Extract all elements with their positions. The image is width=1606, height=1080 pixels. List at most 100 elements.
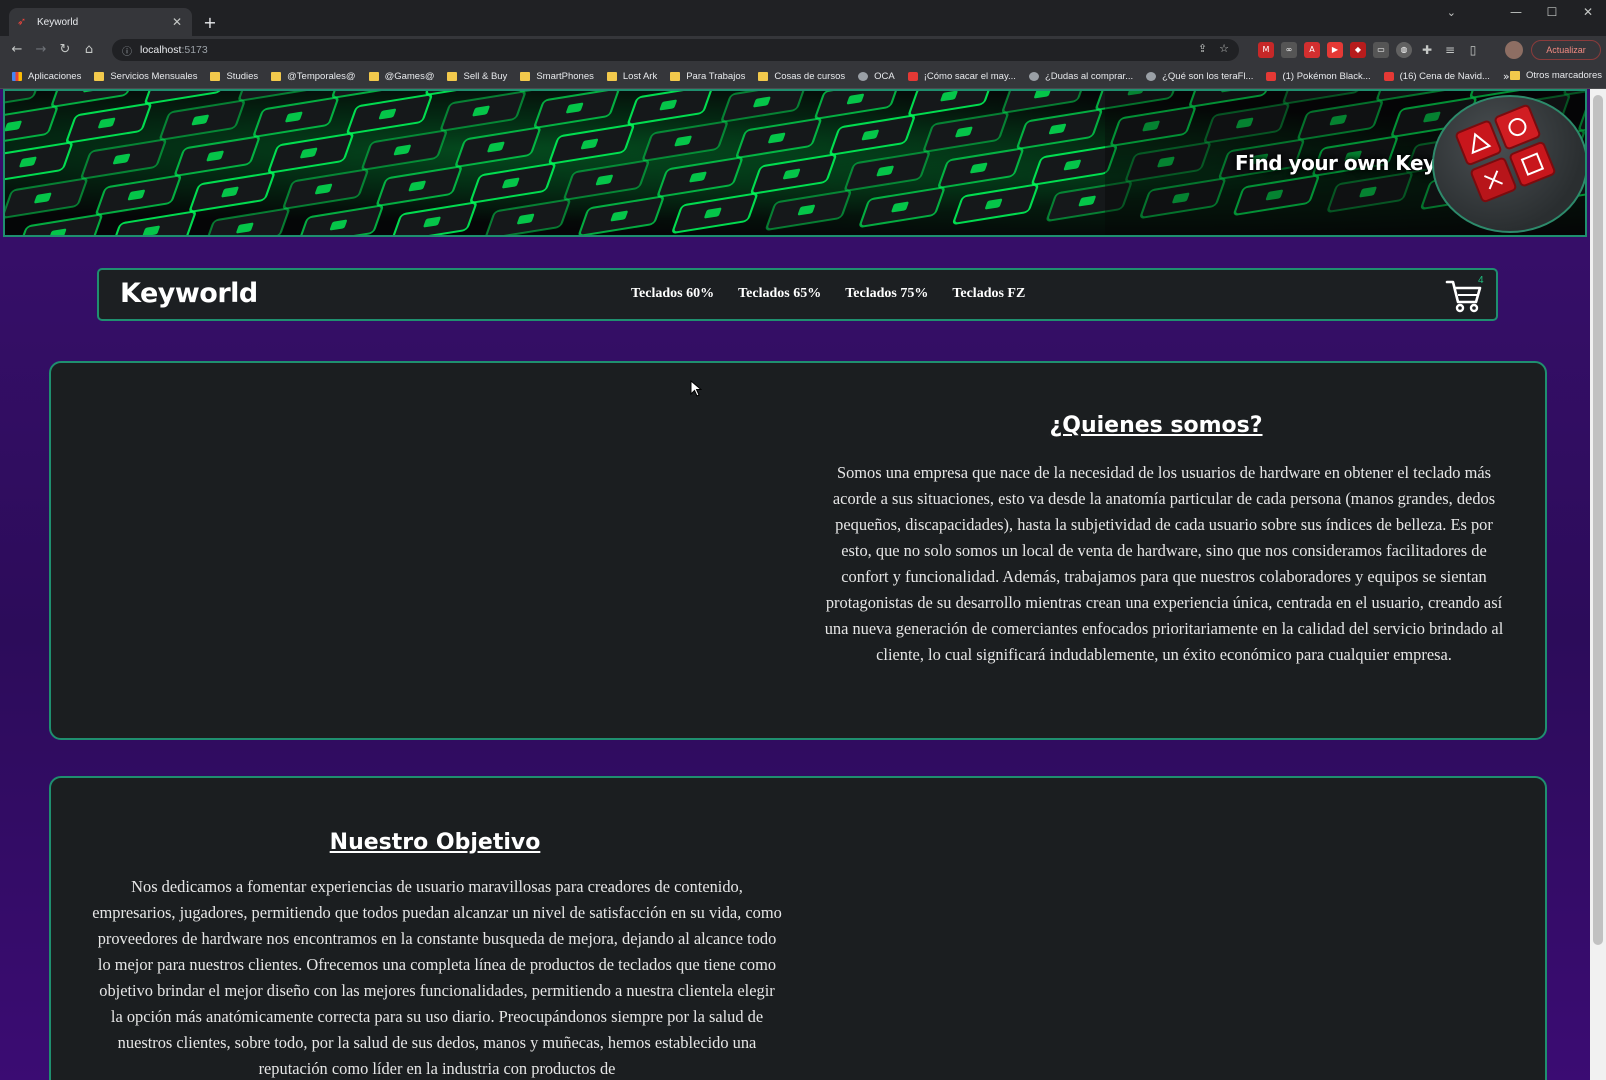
- profile-avatar[interactable]: [1505, 41, 1523, 59]
- scrollbar-thumb[interactable]: [1593, 95, 1603, 945]
- site-info-icon[interactable]: ⓘ: [122, 43, 132, 58]
- main-navbar: Keyworld Teclados 60% Teclados 65% Tecla…: [97, 268, 1498, 321]
- tab-title: Keyworld: [37, 16, 79, 28]
- bookmark-label: (16) Cena de Navid...: [1399, 70, 1490, 82]
- browser-toolbar: ← → ↻ ⌂ ⓘ localhost:5173 ⇪ ☆ M ∞ A ▶ ◆ ▭…: [0, 36, 1606, 64]
- address-bar[interactable]: ⓘ localhost:5173 ⇪ ☆: [112, 39, 1239, 61]
- about-title: ¿Quienes somos?: [1049, 413, 1263, 438]
- bookmark-label: SmartPhones: [536, 70, 594, 82]
- about-card: ¿Quienes somos? Somos una empresa que na…: [49, 361, 1547, 740]
- bookmark-item[interactable]: Cosas de cursos: [758, 71, 845, 82]
- bookmark-label: @Games@: [384, 70, 435, 82]
- bookmark-item[interactable]: (16) Cena de Navid...: [1383, 70, 1490, 82]
- bookmark-item[interactable]: Servicios Mensuales: [94, 71, 197, 82]
- bookmark-star-icon[interactable]: ☆: [1219, 42, 1229, 55]
- update-button[interactable]: Actualizar: [1531, 40, 1601, 60]
- bookmark-item[interactable]: Lost Ark: [606, 70, 658, 82]
- folder-icon: [606, 71, 617, 81]
- objective-title: Nuestro Objetivo: [329, 830, 541, 855]
- keycaps-logo: [1432, 95, 1585, 233]
- extension-abp-icon[interactable]: A: [1304, 42, 1320, 58]
- forward-icon[interactable]: →: [31, 40, 51, 60]
- bookmark-item[interactable]: (1) Pokémon Black...: [1266, 71, 1371, 82]
- share-icon[interactable]: ⇪: [1198, 42, 1207, 55]
- folder-icon: [520, 71, 531, 81]
- banner-tagline: Find your own Key!: [1235, 151, 1445, 175]
- bookmark-item[interactable]: ¡Cómo sacar el may...: [907, 70, 1016, 82]
- other-bookmarks-folder[interactable]: Otros marcadores: [1509, 70, 1602, 81]
- bookmark-item[interactable]: OCA: [858, 71, 895, 82]
- hero-banner: Find your own Key!: [3, 89, 1587, 237]
- side-panel-icon[interactable]: ▯: [1465, 42, 1481, 58]
- favicon-icon: ➶: [17, 15, 27, 28]
- extension-glasses-icon[interactable]: ∞: [1281, 42, 1297, 58]
- bookmark-label: ¡Cómo sacar el may...: [923, 70, 1016, 82]
- bookmark-item[interactable]: ¿Qué son los teraFl...: [1146, 71, 1253, 82]
- extension-card-icon[interactable]: ▭: [1373, 42, 1389, 58]
- nav-link-teclados-60[interactable]: Teclados 60%: [631, 286, 714, 302]
- about-body: Somos una empresa que nace de la necesid…: [824, 463, 1504, 664]
- bookmark-label: OCA: [874, 70, 895, 82]
- bookmark-label: Lost Ark: [622, 70, 658, 82]
- browser-chrome: ➶ Keyworld ✕ + ⌄ — ☐ ✕ ← → ↻ ⌂ ⓘ localho…: [0, 0, 1606, 89]
- bookmark-item[interactable]: Aplicaciones: [12, 71, 81, 82]
- bookmark-label: Otros marcadores: [1525, 70, 1602, 81]
- bookmarks-bar: Aplicaciones Servicios Mensuales Studies @T…: [0, 64, 1606, 89]
- youtube-icon: [907, 71, 918, 81]
- tab-search-icon[interactable]: ⌄: [1447, 6, 1456, 19]
- extension-gift-icon[interactable]: ◆: [1350, 42, 1366, 58]
- bookmark-label: Aplicaciones: [28, 70, 82, 82]
- bookmark-item[interactable]: ¿Dudas al comprar...: [1028, 71, 1133, 82]
- nav-link-teclados-fz[interactable]: Teclados FZ: [952, 286, 1025, 302]
- close-tab-icon[interactable]: ✕: [170, 15, 184, 29]
- globe-icon: [858, 71, 869, 81]
- reading-list-icon[interactable]: ≡: [1442, 42, 1458, 58]
- home-icon[interactable]: ⌂: [79, 40, 99, 60]
- bookmark-label: Cosas de cursos: [774, 70, 846, 82]
- extensions-row: M ∞ A ▶ ◆ ▭ ◍ ✚ ≡ ▯: [1258, 42, 1481, 58]
- minimize-icon[interactable]: —: [1498, 0, 1534, 24]
- back-icon[interactable]: ←: [7, 40, 27, 60]
- bookmark-item[interactable]: Para Trabajos: [670, 71, 745, 82]
- folder-icon: [1509, 71, 1520, 80]
- extension-m-icon[interactable]: M: [1258, 42, 1274, 58]
- bookmark-label: Para Trabajos: [686, 70, 746, 82]
- mouse-cursor-icon: [690, 380, 702, 397]
- new-tab-button[interactable]: +: [200, 13, 220, 33]
- apps-grid-icon: [12, 71, 22, 81]
- folder-icon: [210, 71, 221, 81]
- maximize-icon[interactable]: ☐: [1534, 0, 1570, 24]
- bookmark-item[interactable]: Sell & Buy: [447, 71, 507, 82]
- tab-keyworld[interactable]: ➶ Keyworld ✕: [9, 8, 192, 36]
- bookmark-item[interactable]: SmartPhones: [520, 71, 594, 82]
- extension-globe-icon[interactable]: ◍: [1396, 42, 1412, 58]
- nav-link-teclados-65[interactable]: Teclados 65%: [738, 286, 821, 302]
- bookmark-label: Studies: [226, 70, 259, 82]
- bookmark-item[interactable]: @Games@: [368, 70, 435, 82]
- url-text: localhost:5173: [140, 44, 208, 56]
- folder-icon: [271, 71, 282, 81]
- globe-icon: [1028, 71, 1039, 81]
- close-window-icon[interactable]: ✕: [1570, 0, 1606, 24]
- page-content: Find your own Key! Keyworld Teclados 60%…: [0, 89, 1590, 1080]
- youtube-icon: [1266, 71, 1277, 81]
- page-scrollbar[interactable]: [1590, 89, 1606, 1080]
- bookmark-item[interactable]: Studies: [210, 71, 258, 82]
- folder-icon: [368, 71, 379, 81]
- tab-strip: ➶ Keyworld ✕ + ⌄ — ☐ ✕: [0, 0, 1606, 36]
- globe-icon: [1146, 71, 1157, 81]
- bookmark-label: ¿Qué son los teraFl...: [1162, 70, 1254, 82]
- bookmark-item[interactable]: @Temporales@: [271, 71, 356, 82]
- folder-icon: [94, 71, 105, 81]
- brand-logo[interactable]: Keyworld: [120, 278, 258, 309]
- nav-link-teclados-75[interactable]: Teclados 75%: [845, 286, 928, 302]
- extension-youtube-icon[interactable]: ▶: [1327, 42, 1343, 58]
- bookmarks-overflow-icon[interactable]: »: [1503, 70, 1510, 83]
- youtube-icon: [1383, 71, 1394, 81]
- extensions-puzzle-icon[interactable]: ✚: [1419, 42, 1435, 58]
- objective-body: Nos dedicamos a fomentar experiencias de…: [92, 877, 782, 1078]
- reload-icon[interactable]: ↻: [55, 40, 75, 60]
- folder-icon: [758, 71, 769, 81]
- bookmark-label: Sell & Buy: [463, 70, 508, 82]
- bookmark-label: Servicios Mensuales: [110, 70, 198, 82]
